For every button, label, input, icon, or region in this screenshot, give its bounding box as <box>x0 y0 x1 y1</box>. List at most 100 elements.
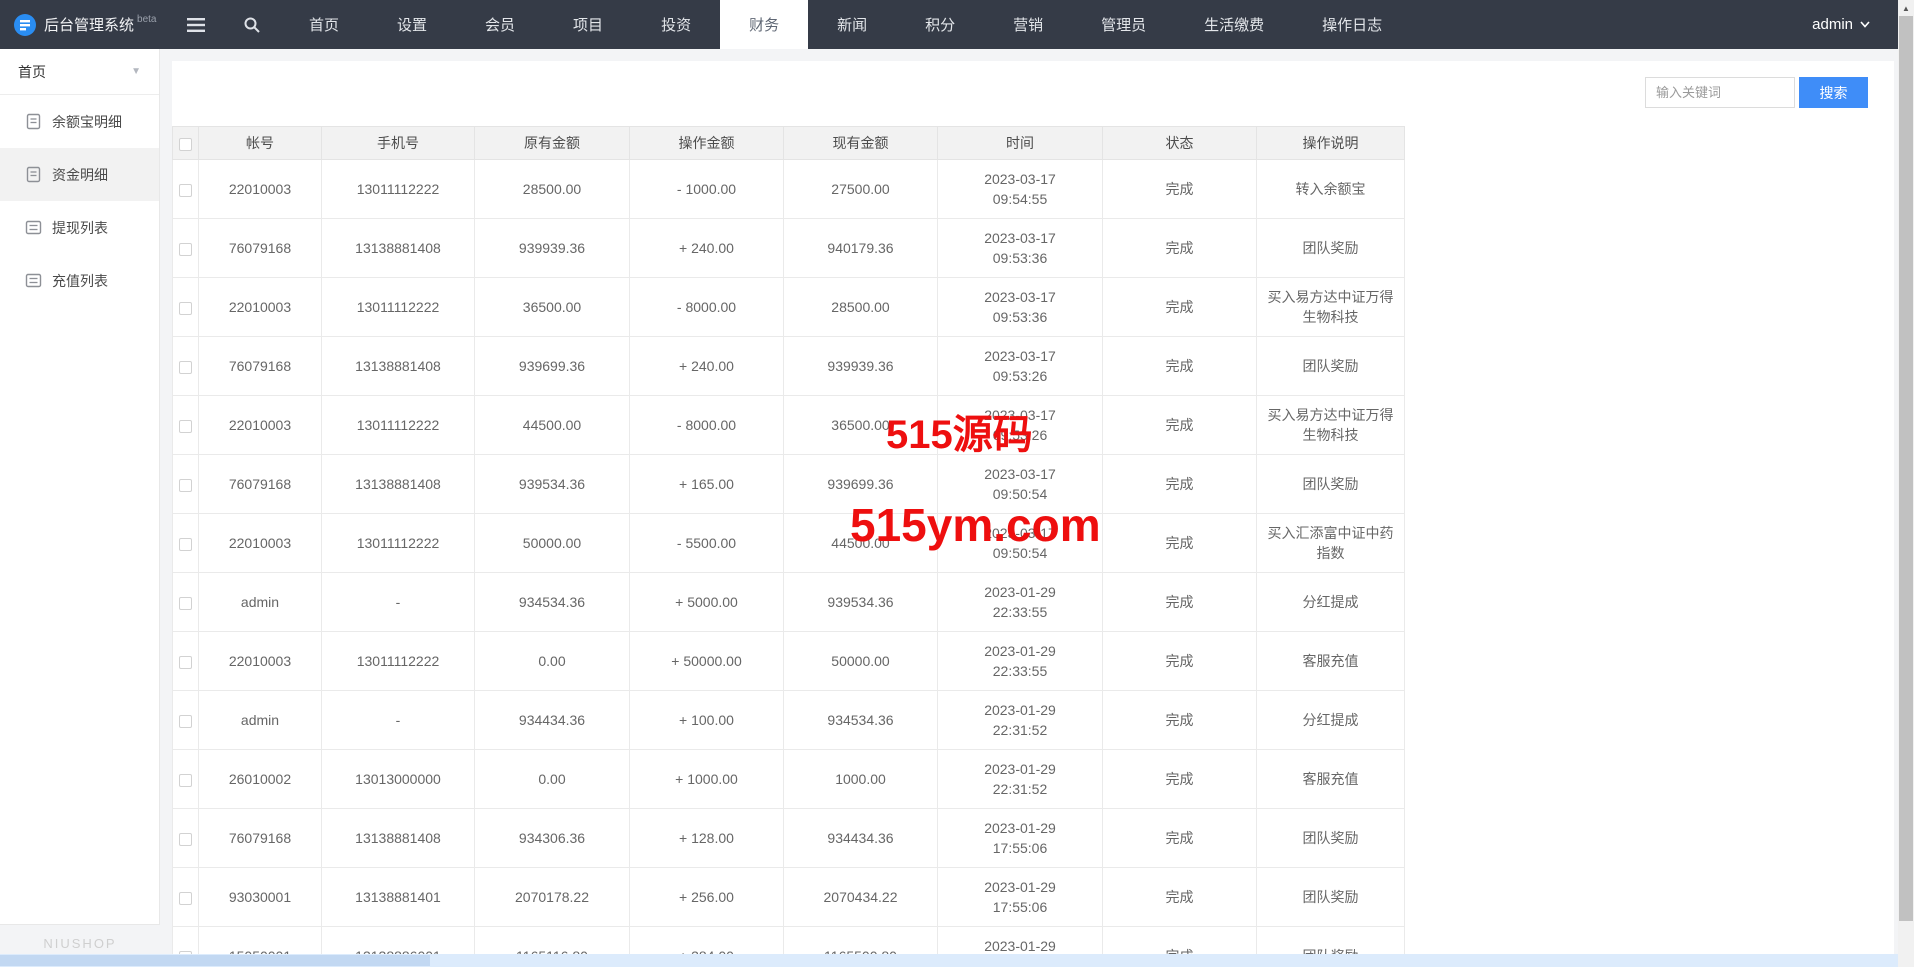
funds-table: 帐号手机号原有金额操作金额现有金额时间状态操作说明 22010003130111… <box>172 126 1405 967</box>
nav-item-5[interactable]: 财务 <box>720 0 808 49</box>
cell-cb <box>173 868 199 927</box>
cell-phone: 13011112222 <box>322 396 475 455</box>
horizontal-scrollbar[interactable] <box>0 954 1898 967</box>
cell-time: 2023-01-2917:55:06 <box>938 809 1103 868</box>
cell-status: 完成 <box>1103 750 1257 809</box>
cell-old: 50000.00 <box>475 514 630 573</box>
cell-status: 完成 <box>1103 160 1257 219</box>
nav-item-11[interactable]: 操作日志 <box>1293 0 1411 49</box>
row-checkbox[interactable] <box>179 243 192 256</box>
cell-op: + 1000.00 <box>630 750 784 809</box>
cell-account: 22010003 <box>199 278 322 337</box>
table-row: 220100031301111222228500.00- 1000.002750… <box>173 160 1405 219</box>
table-row: 220100031301111222244500.00- 8000.003650… <box>173 396 1405 455</box>
chevron-down-icon <box>1860 21 1870 28</box>
nav-item-8[interactable]: 营销 <box>984 0 1072 49</box>
cell-new: 939534.36 <box>784 573 938 632</box>
row-checkbox[interactable] <box>179 184 192 197</box>
cell-old: 939534.36 <box>475 455 630 514</box>
user-menu[interactable]: admin <box>1812 0 1898 49</box>
cell-old: 934534.36 <box>475 573 630 632</box>
sidebar-section-home[interactable]: 首页 ▼ <box>0 49 159 95</box>
cell-account: 26010002 <box>199 750 322 809</box>
scrollbar-up-icon[interactable]: ▲ <box>1898 0 1914 16</box>
cell-cb <box>173 337 199 396</box>
row-checkbox[interactable] <box>179 597 192 610</box>
cell-old: 939939.36 <box>475 219 630 278</box>
table-row: admin-934534.36+ 5000.00939534.362023-01… <box>173 573 1405 632</box>
cell-status: 完成 <box>1103 278 1257 337</box>
cell-phone: 13011112222 <box>322 160 475 219</box>
row-checkbox[interactable] <box>179 302 192 315</box>
cell-status: 完成 <box>1103 219 1257 278</box>
watermark-url: 515ym.com <box>850 498 1101 552</box>
table-row: 22010003130111122220.00+ 50000.0050000.0… <box>173 632 1405 691</box>
row-checkbox[interactable] <box>179 656 192 669</box>
cell-op: + 256.00 <box>630 868 784 927</box>
sidebar-item-1[interactable]: 资金明细 <box>0 148 159 201</box>
vertical-scrollbar-thumb[interactable] <box>1899 16 1913 921</box>
nav-item-9[interactable]: 管理员 <box>1072 0 1175 49</box>
row-checkbox[interactable] <box>179 715 192 728</box>
cell-op: - 8000.00 <box>630 278 784 337</box>
cell-op: - 1000.00 <box>630 160 784 219</box>
table-row: 220100031301111222250000.00- 5500.004450… <box>173 514 1405 573</box>
row-checkbox[interactable] <box>179 833 192 846</box>
nav-item-1[interactable]: 设置 <box>368 0 456 49</box>
cell-cb <box>173 160 199 219</box>
row-checkbox[interactable] <box>179 479 192 492</box>
nav-item-10[interactable]: 生活缴费 <box>1175 0 1293 49</box>
cell-status: 完成 <box>1103 632 1257 691</box>
nav-item-3[interactable]: 项目 <box>544 0 632 49</box>
nav-item-2[interactable]: 会员 <box>456 0 544 49</box>
cell-old: 36500.00 <box>475 278 630 337</box>
sidebar-item-2[interactable]: 提现列表 <box>0 201 159 254</box>
nav-item-7[interactable]: 积分 <box>896 0 984 49</box>
cell-op: + 5000.00 <box>630 573 784 632</box>
nav-search-button[interactable] <box>224 0 280 49</box>
nav-item-6[interactable]: 新闻 <box>808 0 896 49</box>
select-all-checkbox[interactable] <box>179 138 192 151</box>
cell-account: 76079168 <box>199 219 322 278</box>
cell-account: 22010003 <box>199 396 322 455</box>
cell-account: 22010003 <box>199 632 322 691</box>
cell-new: 28500.00 <box>784 278 938 337</box>
cell-phone: - <box>322 691 475 750</box>
cell-cb <box>173 632 199 691</box>
cell-old: 0.00 <box>475 750 630 809</box>
sidebar-item-0[interactable]: 余额宝明细 <box>0 95 159 148</box>
cell-account: 22010003 <box>199 514 322 573</box>
search-input[interactable] <box>1645 77 1795 108</box>
horizontal-scrollbar-thumb[interactable] <box>0 955 430 966</box>
watermark-text: 515源码 <box>886 402 1033 460</box>
column-header-4: 现有金额 <box>784 127 938 160</box>
cell-old: 934434.36 <box>475 691 630 750</box>
nav-item-4[interactable]: 投资 <box>632 0 720 49</box>
row-checkbox[interactable] <box>179 892 192 905</box>
cell-note: 客服充值 <box>1257 632 1405 691</box>
search-icon <box>244 17 260 33</box>
nav-item-0[interactable]: 首页 <box>280 0 368 49</box>
cell-time: 2023-01-2922:33:55 <box>938 632 1103 691</box>
caret-down-icon: ▼ <box>131 66 141 77</box>
cell-old: 44500.00 <box>475 396 630 455</box>
row-checkbox[interactable] <box>179 774 192 787</box>
menu-toggle-button[interactable] <box>168 0 224 49</box>
app-title: 后台管理系统 <box>44 14 134 35</box>
cell-old: 0.00 <box>475 632 630 691</box>
cell-op: + 100.00 <box>630 691 784 750</box>
sidebar-brand: NIUSHOP <box>0 936 160 951</box>
cell-op: + 50000.00 <box>630 632 784 691</box>
cell-note: 分红提成 <box>1257 691 1405 750</box>
row-checkbox[interactable] <box>179 420 192 433</box>
cell-phone: 13011112222 <box>322 632 475 691</box>
sidebar-item-3[interactable]: 充值列表 <box>0 254 159 307</box>
sidebar-item-label: 提现列表 <box>52 218 108 238</box>
row-checkbox[interactable] <box>179 361 192 374</box>
cell-note: 买入易方达中证万得生物科技 <box>1257 278 1405 337</box>
row-checkbox[interactable] <box>179 538 192 551</box>
cell-status: 完成 <box>1103 573 1257 632</box>
search-submit-button[interactable]: 搜索 <box>1799 77 1868 108</box>
vertical-scrollbar[interactable]: ▲ <box>1898 0 1914 967</box>
table-row: admin-934434.36+ 100.00934534.362023-01-… <box>173 691 1405 750</box>
